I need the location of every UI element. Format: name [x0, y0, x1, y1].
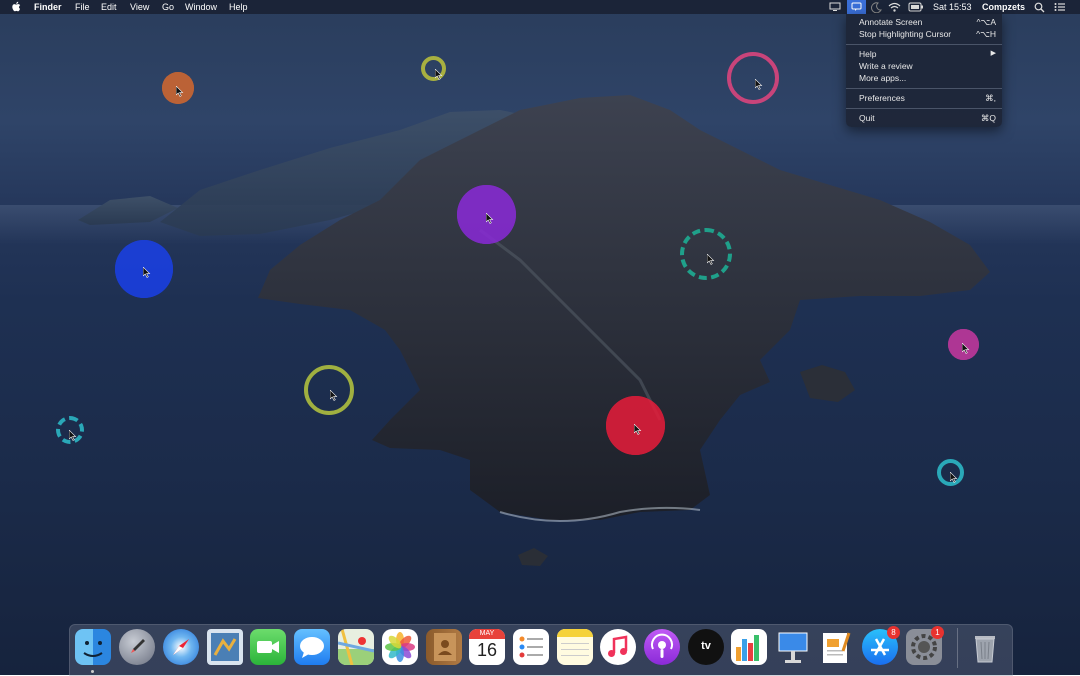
shortcut-stop-highlighting: ^⌥H — [976, 29, 996, 39]
video-camera-icon — [257, 641, 279, 653]
tv-label: tv — [701, 640, 711, 652]
cursor-arrow-icon — [486, 213, 494, 224]
battery-icon[interactable] — [908, 2, 924, 12]
menu-window[interactable]: Window — [185, 0, 217, 14]
cursor-arrow-icon — [707, 254, 715, 265]
dock-tv[interactable]: tv — [688, 629, 724, 665]
stamp-icon — [211, 633, 239, 661]
menu-clock[interactable]: Sat 15:53 — [933, 0, 972, 14]
menu-item-quit[interactable]: Quit — [859, 113, 875, 123]
dock-trash[interactable] — [967, 629, 1003, 665]
dock-notes[interactable] — [557, 629, 593, 665]
app-dropdown-menu: Annotate Screen ^⌥A Stop Highlighting Cu… — [846, 14, 1002, 127]
menu-item-annotate-screen[interactable]: Annotate Screen — [859, 17, 922, 27]
dock-safari[interactable] — [163, 629, 199, 665]
dock-system-preferences[interactable]: 1 — [906, 626, 944, 665]
flower-icon — [385, 632, 415, 662]
cursor-arrow-icon — [330, 390, 338, 401]
menu-item-help[interactable]: Help — [859, 49, 876, 59]
menu-go[interactable]: Go — [162, 0, 174, 14]
menu-item-preferences[interactable]: Preferences — [859, 93, 905, 103]
trash-icon — [975, 636, 995, 663]
dock-podcasts[interactable] — [644, 629, 680, 665]
finder-icon — [83, 641, 103, 657]
cursor-arrow-icon — [950, 472, 958, 483]
shortcut-preferences: ⌘, — [985, 93, 996, 103]
display-icon[interactable] — [829, 2, 841, 12]
app-store-badge: 8 — [887, 626, 900, 639]
dock-app-store[interactable]: 8 — [862, 626, 900, 665]
search-icon[interactable] — [1034, 2, 1045, 13]
dock-messages[interactable] — [294, 629, 330, 665]
bar-chart-icon — [736, 635, 759, 661]
shortcut-quit: ⌘Q — [980, 113, 996, 123]
cursor-arrow-icon — [435, 69, 443, 80]
dock-photos[interactable] — [382, 629, 418, 665]
dock-music[interactable] — [600, 629, 636, 665]
podium-icon — [778, 632, 808, 663]
dock-divider — [957, 628, 958, 668]
dock-numbers[interactable] — [731, 629, 767, 665]
submenu-arrow-icon: ▶ — [990, 50, 996, 57]
calendar-day: 16 — [476, 640, 498, 660]
map-icon — [338, 629, 374, 665]
podcast-icon — [651, 633, 673, 658]
shortcut-annotate: ^⌥A — [976, 17, 996, 27]
cursor-highlight — [680, 228, 732, 280]
menu-app-name[interactable]: Finder — [34, 0, 62, 14]
dock-keynote[interactable] — [775, 629, 811, 665]
menu-item-more-apps[interactable]: More apps... — [859, 73, 906, 83]
menu-separator — [846, 44, 1002, 45]
annotate-icon[interactable] — [847, 0, 866, 14]
dock-contacts[interactable] — [426, 629, 462, 665]
dock-finder[interactable] — [75, 629, 111, 665]
menu-item-stop-highlighting[interactable]: Stop Highlighting Cursor — [859, 29, 951, 39]
dock-facetime[interactable] — [250, 629, 286, 665]
rocket-icon — [131, 639, 145, 653]
menu-view[interactable]: View — [130, 0, 149, 14]
cursor-highlight — [304, 365, 354, 415]
cursor-highlight — [727, 52, 779, 104]
compass-icon — [173, 639, 189, 655]
cursor-arrow-icon — [634, 424, 642, 435]
checklist-icon — [519, 636, 543, 658]
dock-reminders[interactable] — [513, 629, 549, 665]
address-book-icon — [434, 633, 456, 661]
cursor-arrow-icon — [962, 343, 970, 354]
wifi-icon[interactable] — [888, 2, 901, 12]
notepad-icon — [557, 629, 593, 656]
list-icon[interactable] — [1054, 2, 1065, 12]
cursor-arrow-icon — [176, 86, 184, 97]
dock-maps[interactable] — [338, 629, 374, 665]
menu-file[interactable]: File — [75, 0, 90, 14]
system-preferences-badge: 1 — [931, 626, 944, 639]
dock-mail[interactable] — [207, 629, 243, 665]
calendar-month: MAY — [469, 629, 505, 639]
menu-separator — [846, 88, 1002, 89]
menu-bar: Finder File Edit View Go Window Help Sat… — [0, 0, 1080, 14]
menu-item-write-review[interactable]: Write a review — [859, 61, 913, 71]
menu-separator — [846, 108, 1002, 109]
dock-calendar[interactable]: MAY 16 — [469, 629, 505, 665]
cursor-arrow-icon — [143, 267, 151, 278]
menu-user[interactable]: Compzets — [982, 0, 1025, 14]
dock-launchpad[interactable] — [119, 629, 155, 665]
cursor-arrow-icon — [69, 430, 77, 441]
moon-icon[interactable] — [871, 2, 882, 14]
chat-bubble-icon — [300, 637, 324, 658]
menu-edit[interactable]: Edit — [101, 0, 117, 14]
running-indicator — [91, 670, 94, 673]
cursor-arrow-icon — [755, 79, 763, 90]
apple-icon[interactable] — [12, 1, 22, 17]
music-note-icon — [608, 635, 628, 657]
menu-help[interactable]: Help — [229, 0, 248, 14]
document-pen-icon — [823, 632, 851, 663]
dock-pages[interactable] — [819, 629, 855, 665]
